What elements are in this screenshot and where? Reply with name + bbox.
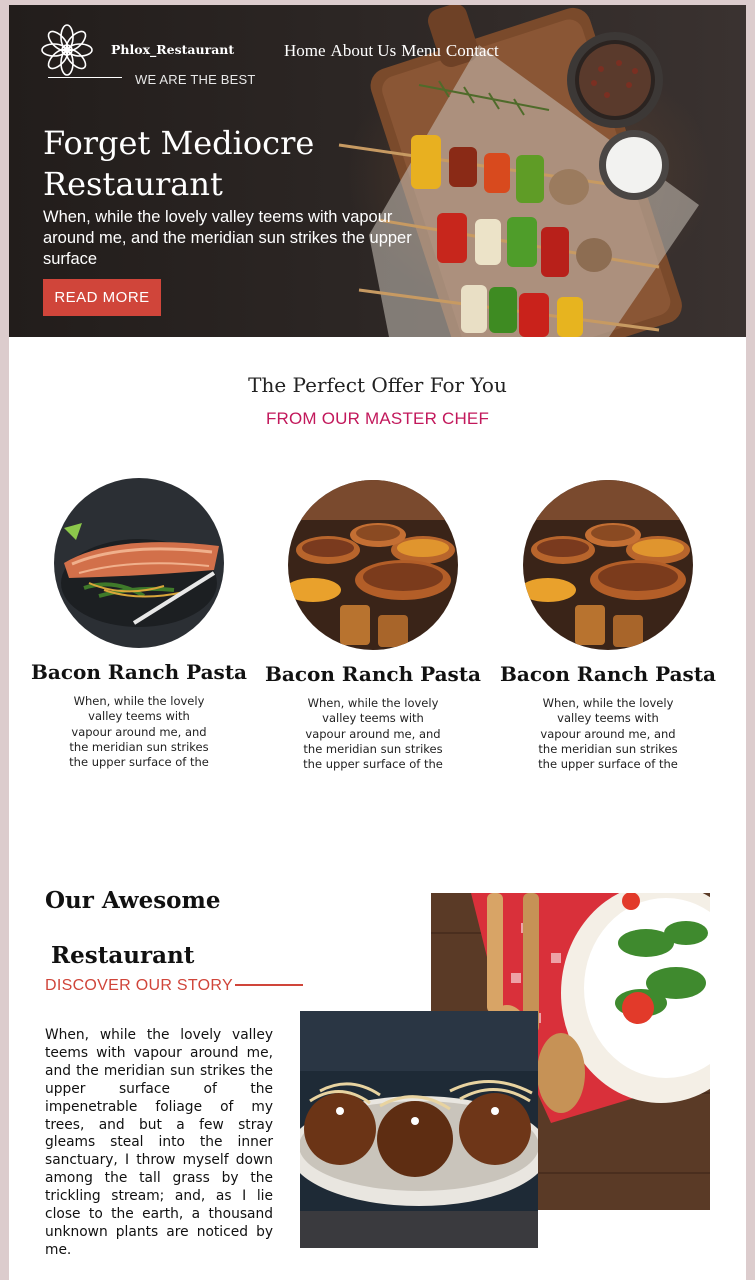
nav-contact[interactable]: Contact <box>446 41 499 61</box>
card-text: When, while the lovely valley teems with… <box>69 694 209 770</box>
card-text: When, while the lovely valley teems with… <box>303 696 443 772</box>
nav-home[interactable]: Home <box>284 41 326 61</box>
brand-tagline: WE ARE THE BEST <box>135 72 256 87</box>
main-nav: Home About Us Menu Contact <box>284 41 499 61</box>
copper-pots-image <box>288 480 458 650</box>
card-title: Bacon Ranch Pasta <box>499 662 717 686</box>
hero-section: Phlox_Restaurant WE ARE THE BEST Home Ab… <box>9 5 746 337</box>
page: Phlox_Restaurant WE ARE THE BEST Home Ab… <box>9 5 746 1280</box>
salmon-dish-image <box>54 478 224 648</box>
offer-card[interactable]: Bacon Ranch Pasta When, while the lovely… <box>22 478 256 770</box>
story-title-line2: Restaurant <box>51 942 195 969</box>
brand-divider <box>48 77 122 78</box>
offer-title: The Perfect Offer For You <box>248 373 507 397</box>
story-title-line1: Our Awesome <box>45 887 221 914</box>
story-text: When, while the lovely valley teems with… <box>45 1027 273 1258</box>
story-subtitle-divider <box>235 984 303 986</box>
card-title: Bacon Ranch Pasta <box>264 662 482 686</box>
meatball-dish-image <box>300 1011 538 1248</box>
story-title: Our Awesome Restaurant <box>45 873 221 983</box>
nav-menu[interactable]: Menu <box>401 41 441 61</box>
read-more-button[interactable]: READ MORE <box>43 279 161 316</box>
offer-subtitle: FROM OUR MASTER CHEF <box>265 409 490 428</box>
hero-text: When, while the lovely valley teems with… <box>43 208 412 268</box>
story-subtitle: DISCOVER OUR STORY <box>45 977 233 994</box>
lotus-logo-icon <box>41 24 93 76</box>
card-title: Bacon Ranch Pasta <box>30 660 248 684</box>
nav-about-us[interactable]: About Us <box>331 41 397 61</box>
offer-card[interactable]: Bacon Ranch Pasta When, while the lovely… <box>256 480 490 772</box>
card-text: When, while the lovely valley teems with… <box>538 696 678 772</box>
copper-pots-image <box>523 480 693 650</box>
offer-card[interactable]: Bacon Ranch Pasta When, while the lovely… <box>491 480 725 772</box>
hero-title: Forget Mediocre Restaurant <box>43 124 315 203</box>
brand-name[interactable]: Phlox_Restaurant <box>111 42 234 57</box>
